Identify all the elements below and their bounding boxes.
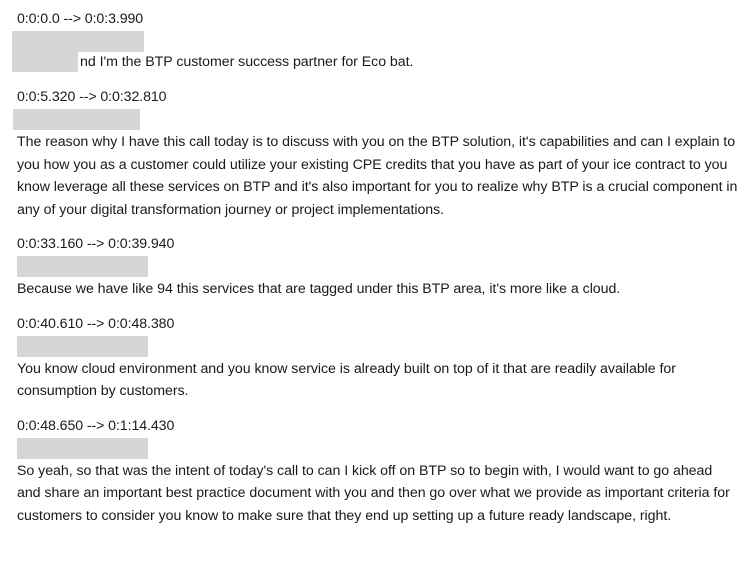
cue-timestamp: 0:0:40.610 --> 0:0:48.380	[17, 315, 175, 332]
cue-timestamp: 0:0:0.0 --> 0:0:3.990	[17, 11, 144, 27]
speaker-redaction	[17, 335, 148, 357]
speaker-redaction	[17, 256, 148, 277]
cue-text: The reason why I have this call today is…	[17, 134, 738, 218]
transcript-cue: 0:0:40.610 --> 0:0:48.380 You know cloud…	[17, 313, 739, 403]
transcript-cue: 0:0:48.650 --> 0:1:14.430 So yeah, so th…	[17, 415, 739, 528]
inline-redaction	[12, 51, 78, 72]
cue-timestamp: 0:0:48.650 --> 0:1:14.430	[17, 417, 175, 434]
cue-text: Because we have like 94 this services th…	[17, 281, 621, 297]
cue-text: You know cloud environment and you know …	[17, 360, 676, 400]
cue-text: nd I'm the BTP customer success partner …	[80, 54, 414, 70]
cue-timestamp: 0:0:33.160 --> 0:0:39.940	[17, 236, 175, 252]
transcript-cue: 0:0:5.320 --> 0:0:32.810 The reason why …	[13, 86, 739, 221]
transcript: 0:0:0.0 --> 0:0:3.990 nd I'm the BTP cus…	[12, 8, 739, 528]
cue-speaker-row: nd I'm the BTP customer success partner …	[12, 30, 739, 72]
cue-timestamp: 0:0:5.320 --> 0:0:32.810	[17, 89, 167, 105]
speaker-redaction	[13, 109, 140, 130]
cue-text: So yeah, so that was the intent of today…	[17, 462, 730, 524]
transcript-cue: 0:0:33.160 --> 0:0:39.940 Because we hav…	[17, 233, 739, 301]
speaker-redaction	[17, 437, 148, 459]
transcript-cue: 0:0:0.0 --> 0:0:3.990 nd I'm the BTP cus…	[12, 8, 739, 72]
speaker-redaction	[12, 31, 144, 52]
